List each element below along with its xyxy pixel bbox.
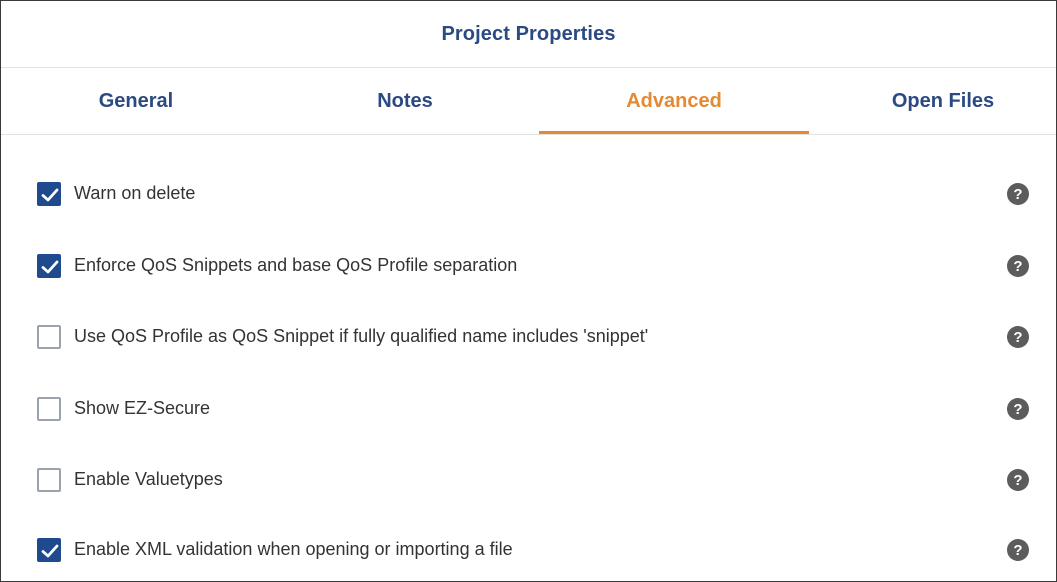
xml-validation-checkbox[interactable] (37, 538, 61, 562)
dialog-header: Project Properties (1, 1, 1056, 68)
option-xml-validation: Enable XML validation when opening or im… (1, 530, 1056, 570)
qos-profile-as-snippet-checkbox[interactable] (37, 325, 61, 349)
enable-valuetypes-checkbox[interactable] (37, 468, 61, 492)
help-icon[interactable]: ? (1007, 398, 1029, 420)
help-icon[interactable]: ? (1007, 326, 1029, 348)
enforce-qos-separation-checkbox[interactable] (37, 254, 61, 278)
project-properties-dialog: Project Properties General Notes Advance… (0, 0, 1057, 582)
tab-general[interactable]: General (1, 68, 271, 134)
checkmark-icon (41, 544, 59, 558)
help-icon[interactable]: ? (1007, 469, 1029, 491)
tab-bar: General Notes Advanced Open Files (1, 68, 1056, 135)
checkmark-icon (41, 260, 59, 274)
qos-profile-as-snippet-label: Use QoS Profile as QoS Snippet if fully … (74, 326, 649, 346)
tab-advanced[interactable]: Advanced (539, 68, 809, 134)
checkmark-icon (41, 188, 59, 202)
warn-on-delete-checkbox[interactable] (37, 182, 61, 206)
help-icon[interactable]: ? (1007, 539, 1029, 561)
xml-validation-label: Enable XML validation when opening or im… (74, 539, 513, 559)
option-enable-valuetypes: Enable Valuetypes ? (1, 460, 1056, 500)
help-icon[interactable]: ? (1007, 183, 1029, 205)
tab-open-files[interactable]: Open Files (809, 68, 1056, 134)
option-show-ez-secure: Show EZ-Secure ? (1, 389, 1056, 429)
option-enforce-qos-separation: Enforce QoS Snippets and base QoS Profil… (1, 246, 1056, 286)
show-ez-secure-label: Show EZ-Secure (74, 398, 211, 418)
help-icon[interactable]: ? (1007, 255, 1029, 277)
dialog-title: Project Properties (441, 22, 616, 45)
show-ez-secure-checkbox[interactable] (37, 397, 61, 421)
enforce-qos-separation-label: Enforce QoS Snippets and base QoS Profil… (74, 255, 518, 275)
tab-notes[interactable]: Notes (271, 68, 539, 134)
option-warn-on-delete: Warn on delete ? (1, 174, 1056, 214)
warn-on-delete-label: Warn on delete (74, 183, 196, 203)
enable-valuetypes-label: Enable Valuetypes (74, 469, 223, 489)
option-qos-profile-as-snippet: Use QoS Profile as QoS Snippet if fully … (1, 317, 1056, 357)
